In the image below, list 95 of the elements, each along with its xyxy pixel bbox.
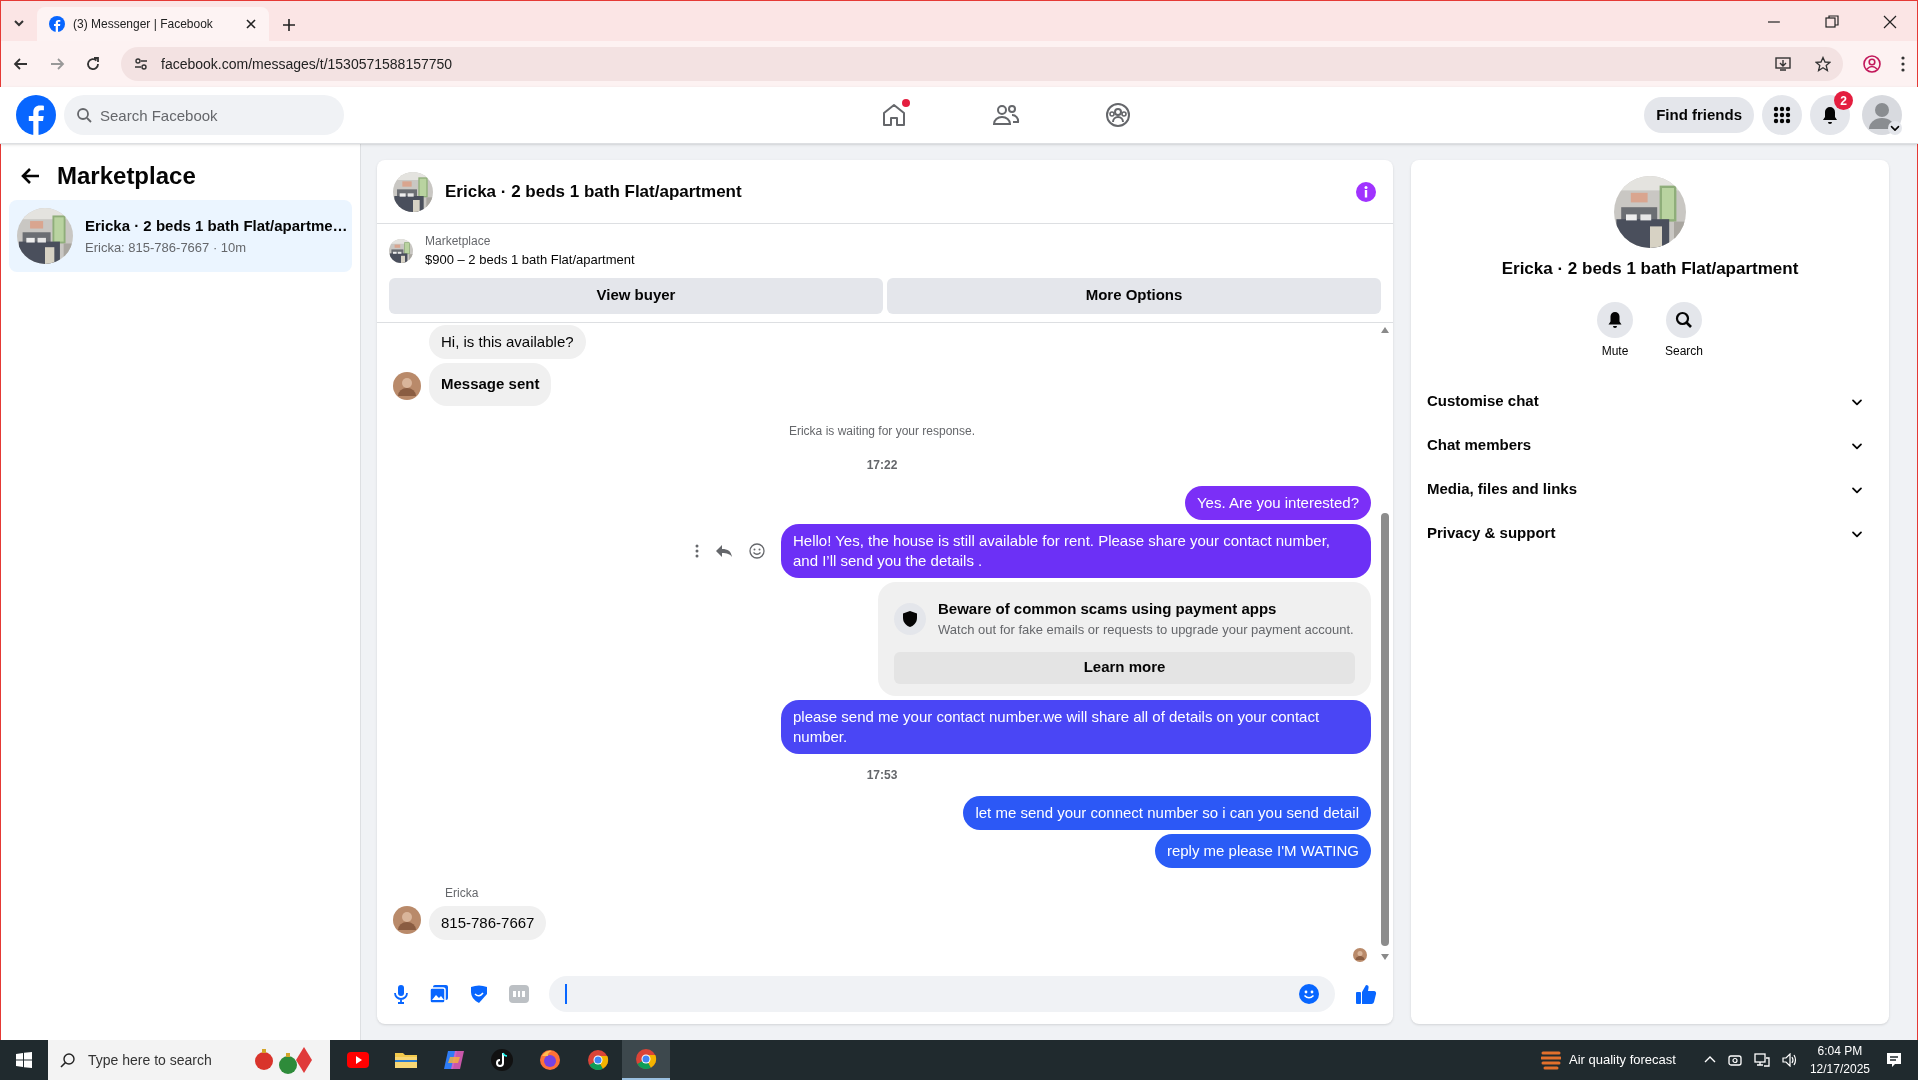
search-button[interactable]: [1666, 301, 1702, 338]
search-icon: [76, 107, 92, 123]
section-row[interactable]: Customise chat: [1427, 379, 1873, 424]
chrome-icon: [634, 1047, 658, 1071]
bell-icon: [1607, 310, 1623, 329]
notification-center-icon[interactable]: [1886, 1052, 1902, 1068]
tab-title: (3) Messenger | Facebook: [73, 16, 214, 33]
sender-name: Ericka: [445, 884, 480, 902]
more-icon[interactable]: [695, 543, 699, 558]
section-row[interactable]: Chat members: [1427, 423, 1873, 468]
timestamp: 17:53: [866, 766, 898, 784]
menu-icon[interactable]: [1901, 56, 1905, 72]
weather-widget[interactable]: Air quality forecast: [1569, 1050, 1676, 1070]
section-row[interactable]: Media, files and links: [1427, 467, 1873, 512]
restore-icon[interactable]: [1825, 15, 1839, 29]
search-icon: [60, 1052, 76, 1068]
address-bar[interactable]: facebook.com/messages/t/1530571588157750: [121, 47, 1843, 81]
conversation-item[interactable]: Ericka · 2 beds 1 bath Flat/apartme… Ericka: 815-786-7667 · 10m: [9, 200, 352, 272]
learn-more-button[interactable]: Learn more: [894, 651, 1355, 684]
action-button[interactable]: More Options: [887, 277, 1381, 314]
clock-date[interactable]: 12/17/2025: [1809, 1060, 1870, 1078]
chrome-icon: [586, 1048, 610, 1072]
close-icon[interactable]: [245, 18, 257, 30]
mute-button[interactable]: [1597, 301, 1633, 338]
emoji-icon[interactable]: [1299, 984, 1319, 1004]
install-icon[interactable]: [1775, 56, 1791, 72]
facebook-icon: [49, 16, 65, 32]
section-row[interactable]: Privacy & support: [1427, 511, 1873, 556]
message-bubble: Hi, is this available?: [429, 324, 586, 359]
listing-title: $900 – 2 beds 1 bath Flat/apartment: [425, 251, 635, 269]
weather-icon: [1541, 1049, 1561, 1071]
message-input[interactable]: [549, 976, 1335, 1012]
shield-icon: [902, 609, 918, 628]
windows-start-icon[interactable]: [16, 1052, 32, 1068]
sticker-icon[interactable]: [469, 984, 489, 1004]
meet-now-icon[interactable]: [1727, 1053, 1742, 1067]
photo-icon[interactable]: [429, 984, 449, 1004]
message-bubble: please send me your contact number.we will share all of details on your contact number.: [781, 699, 1371, 754]
action-button[interactable]: View buyer: [389, 277, 883, 314]
chat-title: Ericka · 2 beds 1 bath Flat/apartment: [445, 180, 743, 203]
back-arrow-icon[interactable]: [21, 166, 41, 186]
taskbar-search[interactable]: Type here to search: [48, 1040, 330, 1080]
copilot-icon: [442, 1048, 466, 1072]
timestamp: 17:22: [866, 456, 898, 474]
avatar-icon: [1862, 95, 1902, 135]
message-bubble: 815-786-7667: [429, 905, 547, 940]
profile-icon[interactable]: [1863, 55, 1881, 73]
scrollbar[interactable]: [1379, 326, 1391, 960]
chat-name: Ericka · 2 beds 1 bath Flat/apartment: [1501, 258, 1799, 280]
find-friends-button[interactable]: Find friends: [1644, 97, 1754, 133]
info-icon[interactable]: [1355, 180, 1377, 203]
close-icon[interactable]: [1883, 15, 1897, 29]
notification-badge: 2: [1834, 91, 1853, 110]
avatar-icon: [1353, 948, 1367, 962]
message-bubble: let me send your connect number so i can you send detail: [963, 795, 1371, 830]
account-button[interactable]: [1862, 95, 1902, 135]
site-settings-icon[interactable]: [133, 56, 149, 72]
thumbs-up-icon[interactable]: [1355, 983, 1377, 1005]
message-bubble: Hello! Yes, the house is still available for rent. Please share your contact number, and I’ll send you the details .: [781, 523, 1371, 578]
caret-icon: [1888, 121, 1902, 135]
firefox-icon: [538, 1048, 562, 1072]
listing-source: Marketplace: [425, 233, 492, 250]
bookmark-star-icon[interactable]: [1815, 56, 1831, 72]
conversation-title: Ericka · 2 beds 1 bath Flat/apartme…: [85, 216, 344, 236]
message-bubble: reply me please I'M WATING: [1154, 833, 1371, 868]
emoji-icon[interactable]: [749, 542, 765, 559]
bell-icon: [1820, 105, 1840, 125]
forward-icon[interactable]: [49, 56, 65, 72]
search-icon: [1675, 310, 1693, 329]
volume-icon[interactable]: [1781, 1053, 1798, 1067]
group-icon[interactable]: [1104, 101, 1133, 129]
facebook-logo-icon[interactable]: [16, 95, 56, 135]
message-bubble: Yes. Are you interested?: [1184, 485, 1371, 520]
message-bubble: Message sent: [429, 363, 552, 406]
page-title: Marketplace: [57, 161, 196, 191]
menu-button[interactable]: [1762, 95, 1802, 135]
microphone-icon[interactable]: [393, 984, 409, 1004]
action-label: Mute: [1601, 342, 1629, 360]
action-label: Search: [1665, 342, 1703, 360]
conversation-preview: Ericka: 815-786-7667 · 10m: [85, 238, 248, 257]
new-tab-icon[interactable]: [281, 17, 297, 33]
scroll-up-icon[interactable]: [1381, 326, 1389, 333]
reload-icon[interactable]: [85, 56, 101, 72]
warning-text: Watch out for fake emails or requests to upgrade your payment account.: [938, 621, 1354, 639]
browser-tab[interactable]: (3) Messenger | Facebook: [37, 7, 269, 41]
status-text: Ericka is waiting for your response.: [788, 422, 976, 440]
music-note-icon: [490, 1048, 514, 1072]
clock-time[interactable]: 6:04 PM: [1817, 1042, 1863, 1060]
grid-icon: [1773, 106, 1791, 124]
back-icon[interactable]: [13, 56, 29, 72]
reply-icon[interactable]: [715, 543, 733, 558]
search-field[interactable]: Search Facebook: [64, 95, 344, 135]
network-icon[interactable]: [1753, 1053, 1770, 1067]
scroll-down-icon[interactable]: [1381, 954, 1389, 960]
warning-title: Beware of common scams using payment apps: [938, 598, 1278, 619]
